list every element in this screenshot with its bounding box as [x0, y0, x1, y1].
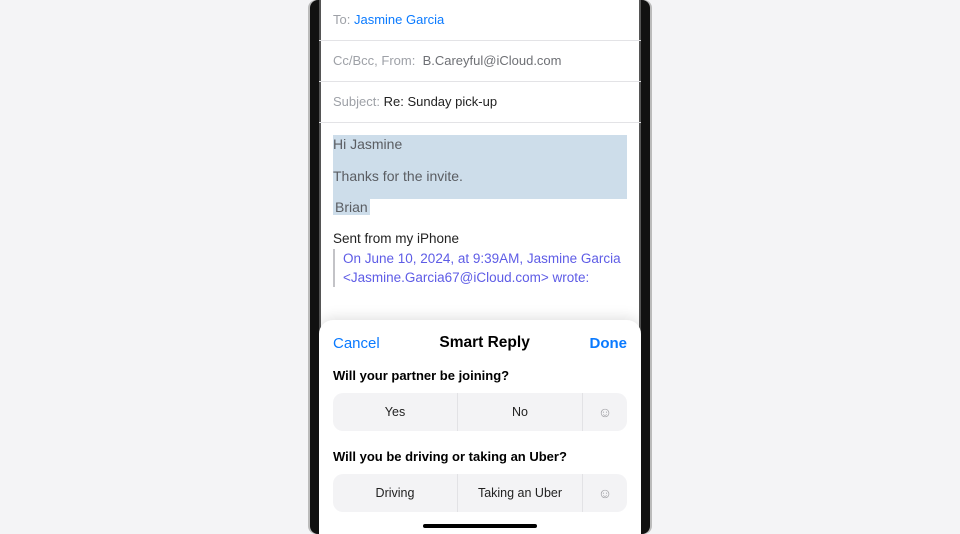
emoji-icon[interactable]: ☺	[583, 474, 627, 512]
ccbcc-label: Cc/Bcc, From:	[333, 53, 415, 68]
quote-line-1: On June 10, 2024, at 9:39AM, Jasmine Gar…	[343, 249, 627, 268]
quoted-header: On June 10, 2024, at 9:39AM, Jasmine Gar…	[333, 249, 627, 287]
emoji-icon[interactable]: ☺	[583, 393, 627, 431]
compose-screen: To: Jasmine Garcia Cc/Bcc, From: B.Carey…	[319, 0, 641, 534]
quote-line-2: <Jasmine.Garcia67@iCloud.com> wrote:	[343, 268, 627, 287]
from-address: B.Careyful@iCloud.com	[423, 53, 562, 68]
body-spacer	[333, 185, 627, 199]
smart-reply-sheet: Cancel Smart Reply Done Will your partne…	[319, 320, 641, 534]
q1-option-yes[interactable]: Yes	[333, 393, 458, 431]
body-line2: Thanks for the invite.	[333, 167, 627, 185]
cancel-button[interactable]: Cancel	[333, 335, 380, 352]
subject-label: Subject:	[333, 94, 380, 109]
phone-frame: To: Jasmine Garcia Cc/Bcc, From: B.Carey…	[310, 0, 650, 534]
body-spacer	[333, 153, 627, 167]
subject-row[interactable]: Subject: Re: Sunday pick-up	[319, 82, 641, 123]
q2-option-uber[interactable]: Taking an Uber	[458, 474, 583, 512]
sheet-header: Cancel Smart Reply Done	[333, 334, 627, 352]
question-2: Will you be driving or taking an Uber?	[333, 449, 627, 464]
sent-from-line: Sent from my iPhone	[333, 231, 627, 246]
subject-value: Re: Sunday pick-up	[384, 94, 497, 109]
to-recipient[interactable]: Jasmine Garcia	[354, 12, 444, 27]
done-button[interactable]: Done	[590, 335, 628, 352]
email-body[interactable]: Hi Jasmine Thanks for the invite. Brian …	[319, 123, 641, 301]
question-1: Will your partner be joining?	[333, 368, 627, 383]
body-signature: Brian	[333, 199, 370, 215]
body-greeting: Hi Jasmine	[333, 135, 627, 153]
question-2-options: Driving Taking an Uber ☺	[333, 474, 627, 512]
question-1-options: Yes No ☺	[333, 393, 627, 431]
ccbcc-row[interactable]: Cc/Bcc, From: B.Careyful@iCloud.com	[319, 41, 641, 82]
q2-option-driving[interactable]: Driving	[333, 474, 458, 512]
to-label: To:	[333, 12, 350, 27]
q1-option-no[interactable]: No	[458, 393, 583, 431]
to-row[interactable]: To: Jasmine Garcia	[319, 0, 641, 41]
sheet-title: Smart Reply	[439, 334, 529, 352]
